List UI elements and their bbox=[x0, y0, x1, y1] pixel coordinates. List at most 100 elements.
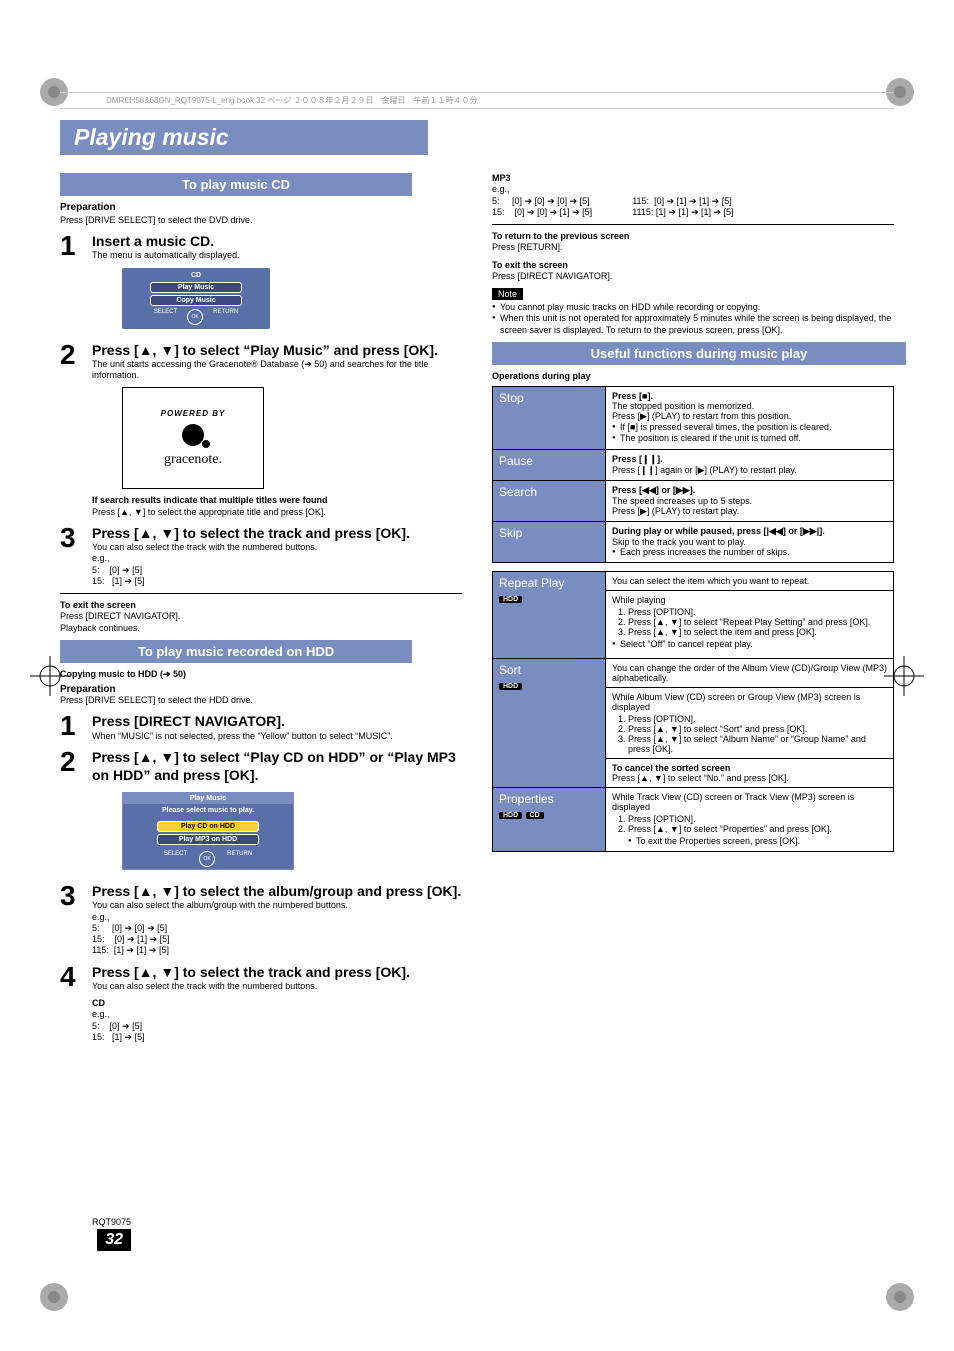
example-key: 15: bbox=[92, 1032, 105, 1042]
hdd-tag: HDD bbox=[499, 683, 522, 690]
crop-mark-icon bbox=[30, 656, 70, 696]
example-key: 15: bbox=[92, 934, 105, 944]
example-key: 5: bbox=[92, 923, 100, 933]
op-desc: Press [❙❙]. Press [❙❙] again or [▶] (PLA… bbox=[606, 449, 894, 480]
op-desc: You can select the item which you want t… bbox=[606, 571, 894, 658]
play-music-menu-mock: Play Music Please select music to play. … bbox=[122, 792, 294, 870]
example-label: e.g., bbox=[92, 553, 462, 564]
divider bbox=[60, 593, 462, 594]
divider bbox=[492, 224, 894, 225]
example-value: [0] ➔ [0] ➔ [0] ➔ [5] bbox=[512, 196, 590, 206]
left-column: To play music CD Preparation Press [DRIV… bbox=[60, 167, 462, 1043]
note-item: When this unit is not operated for appro… bbox=[492, 313, 894, 336]
step-title: Press [▲, ▼] to select the track and pre… bbox=[92, 963, 462, 981]
op-desc: Press [■]. The stopped position is memor… bbox=[606, 387, 894, 450]
example-label: e.g., bbox=[92, 1009, 462, 1020]
play-cd-on-hdd-button: Play CD on HDD bbox=[157, 821, 259, 832]
manual-code: RQT9075 bbox=[92, 1217, 131, 1227]
ok-icon: OK bbox=[187, 309, 203, 325]
page-number: 32 bbox=[97, 1229, 131, 1251]
op-sort: Sort HDD bbox=[493, 659, 606, 788]
step-subtext: You can also select the album/group with… bbox=[92, 900, 462, 911]
cd-menu-title: CD bbox=[126, 272, 266, 279]
select-label: SELECT bbox=[164, 851, 187, 867]
preparation-label: Preparation bbox=[60, 684, 462, 695]
example-key: 5: bbox=[92, 565, 100, 575]
step-title: Press [▲, ▼] to select “Play CD on HDD” … bbox=[92, 748, 462, 784]
step-subtext: The unit starts accessing the Gracenote®… bbox=[92, 359, 462, 382]
hdd-tag: HDD bbox=[499, 596, 522, 603]
exit-text: Press [DIRECT NAVIGATOR]. bbox=[492, 271, 894, 282]
cd-label: CD bbox=[92, 998, 462, 1009]
example-key: 115: bbox=[632, 196, 649, 206]
section-heading: To play music CD bbox=[60, 173, 412, 196]
exit-label: To exit the screen bbox=[492, 260, 894, 271]
gracenote-icon bbox=[182, 424, 204, 446]
step-subtext: The menu is automatically displayed. bbox=[92, 250, 462, 261]
op-desc: While Track View (CD) screen or Track Vi… bbox=[606, 788, 894, 852]
operations-table: Stop Press [■]. The stopped position is … bbox=[492, 386, 894, 563]
example-key: 5: bbox=[92, 1021, 100, 1031]
table-row: Repeat Play HDD You can select the item … bbox=[493, 571, 894, 658]
powered-by-label: POWERED BY bbox=[161, 409, 226, 418]
op-desc: During play or while paused, press [|◀◀]… bbox=[606, 521, 894, 562]
table-row: Sort HDD You can change the order of the… bbox=[493, 659, 894, 788]
example-value: [0] ➔ [1] ➔ [5] bbox=[115, 934, 170, 944]
op-pause: Pause bbox=[493, 449, 606, 480]
table-row: Pause Press [❙❙]. Press [❙❙] again or [▶… bbox=[493, 449, 894, 480]
return-label: RETURN bbox=[213, 309, 238, 325]
multi-title-action: Press [▲, ▼] to select the appropriate t… bbox=[92, 507, 462, 518]
example-key: 1115: bbox=[632, 207, 653, 217]
copy-music-button: Copy Music bbox=[150, 295, 242, 306]
section-heading: To play music recorded on HDD bbox=[60, 640, 412, 663]
return-text: Press [RETURN]. bbox=[492, 242, 894, 253]
op-repeat: Repeat Play HDD bbox=[493, 571, 606, 658]
ok-icon: OK bbox=[199, 851, 215, 867]
example-key: 15: bbox=[492, 207, 505, 217]
example-key: 5: bbox=[492, 196, 500, 206]
table-row: Stop Press [■]. The stopped position is … bbox=[493, 387, 894, 450]
table-row: Skip During play or while paused, press … bbox=[493, 521, 894, 562]
table-row: Properties HDD CD While Track View (CD) … bbox=[493, 788, 894, 852]
step-number: 3 bbox=[60, 524, 84, 552]
op-search: Search bbox=[493, 480, 606, 521]
op-desc: Press [◀◀] or [▶▶]. The speed increases … bbox=[606, 480, 894, 521]
step-number: 4 bbox=[60, 963, 84, 991]
mp3-label: MP3 bbox=[492, 173, 894, 184]
op-skip: Skip bbox=[493, 521, 606, 562]
select-label: SELECT bbox=[154, 309, 177, 325]
cd-menu-mock: CD Play Music Copy Music SELECT OK RETUR… bbox=[122, 268, 270, 329]
example-value: [0] ➔ [0] ➔ [1] ➔ [5] bbox=[515, 207, 593, 217]
example-value: [1] ➔ [5] bbox=[112, 1032, 145, 1042]
exit-label: To exit the screen bbox=[60, 600, 462, 611]
crop-mark-icon bbox=[884, 656, 924, 696]
gracenote-logo-box: POWERED BY gracenote. bbox=[122, 387, 264, 489]
page-footer: RQT9075 32 bbox=[92, 1217, 131, 1251]
example-value: [0] ➔ [5] bbox=[110, 1021, 143, 1031]
example-key: 115: bbox=[92, 945, 109, 955]
return-label: RETURN bbox=[227, 851, 252, 867]
example-value: [1] ➔ [1] ➔ [1] ➔ [5] bbox=[656, 207, 734, 217]
step-title: Press [▲, ▼] to select “Play Music” and … bbox=[92, 341, 462, 359]
example-key: 15: bbox=[92, 576, 105, 586]
print-header: DMREH58&68GN_RQT9075-L_eng.book 32 ページ ２… bbox=[60, 92, 894, 109]
step-subtext: You can also select the track with the n… bbox=[92, 542, 462, 553]
table-row: Search Press [◀◀] or [▶▶]. The speed inc… bbox=[493, 480, 894, 521]
multi-title-note: If search results indicate that multiple… bbox=[92, 495, 462, 506]
step-title: Insert a music CD. bbox=[92, 232, 462, 250]
preparation-label: Preparation bbox=[60, 202, 462, 213]
preparation-text: Press [DRIVE SELECT] to select the HDD d… bbox=[60, 695, 462, 706]
example-value: [0] ➔ [1] ➔ [1] ➔ [5] bbox=[654, 196, 732, 206]
step-title: Press [▲, ▼] to select the album/group a… bbox=[92, 882, 462, 900]
note-tag: Note bbox=[492, 288, 523, 300]
play-music-button: Play Music bbox=[150, 282, 242, 293]
page-title: Playing music bbox=[60, 120, 428, 155]
registration-mark bbox=[886, 1283, 914, 1311]
step-subtext: You can also select the track with the n… bbox=[92, 981, 462, 992]
menu-header: Play Music bbox=[123, 793, 293, 804]
op-stop: Stop bbox=[493, 387, 606, 450]
note-item: You cannot play music tracks on HDD whil… bbox=[492, 302, 894, 313]
op-properties: Properties HDD CD bbox=[493, 788, 606, 852]
example-value: [0] ➔ [5] bbox=[110, 565, 143, 575]
step-title: Press [▲, ▼] to select the track and pre… bbox=[92, 524, 462, 542]
